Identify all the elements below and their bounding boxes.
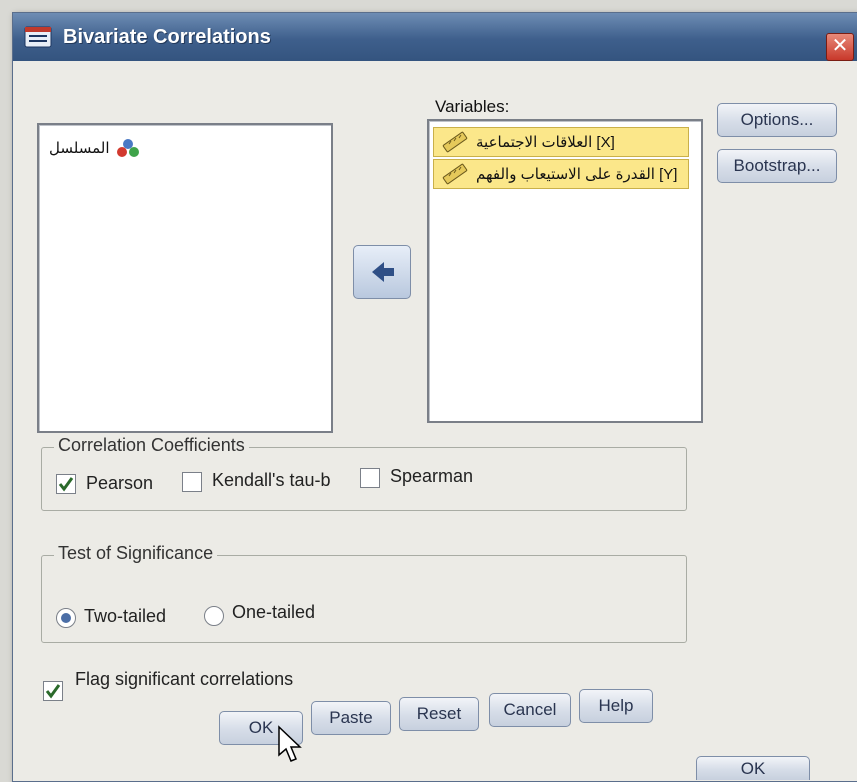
nominal-variable-icon	[116, 139, 139, 157]
title-bar[interactable]: Bivariate Correlations ✕	[13, 13, 857, 61]
bootstrap-button[interactable]: Bootstrap...	[717, 149, 837, 183]
correlation-coefficients-group: Correlation Coefficients Pearson Kendall…	[41, 435, 687, 511]
pearson-label[interactable]: Pearson	[86, 473, 153, 494]
spearman-checkbox[interactable]	[360, 468, 380, 488]
reset-button[interactable]: Reset	[399, 697, 479, 731]
correlations-app-icon	[24, 26, 52, 48]
variables-label: Variables:	[435, 97, 510, 116]
scale-variable-icon	[442, 131, 468, 153]
variable-item-label: القدرة على الاستيعاب والفهم [Y]	[476, 166, 678, 183]
help-button[interactable]: Help	[579, 689, 653, 723]
cancel-button[interactable]: Cancel	[489, 693, 571, 727]
variables-list[interactable]: العلاقات الاجتماعية [X] القدرة على الاست…	[427, 119, 703, 423]
checkmark-icon	[45, 684, 61, 699]
mouse-cursor-icon	[278, 725, 302, 762]
list-item[interactable]: القدرة على الاستيعاب والفهم [Y]	[433, 159, 689, 189]
list-item[interactable]: العلاقات الاجتماعية [X]	[433, 127, 689, 157]
source-variable-list[interactable]: المسلسل	[37, 123, 333, 433]
move-variables-button[interactable]	[353, 245, 411, 299]
paste-button[interactable]: Paste	[311, 701, 391, 735]
kendall-label[interactable]: Kendall's tau-b	[212, 470, 331, 491]
close-button[interactable]: ✕	[826, 33, 854, 61]
list-item[interactable]: المسلسل	[49, 137, 140, 159]
move-arrow-icon	[372, 262, 394, 282]
test-of-significance-title: Test of Significance	[54, 543, 218, 564]
two-tailed-radio[interactable]	[56, 608, 76, 628]
scale-variable-icon	[442, 163, 468, 185]
one-tailed-label[interactable]: One-tailed	[232, 602, 315, 623]
dialog-title: Bivariate Correlations	[63, 26, 271, 48]
test-of-significance-group: Test of Significance Two-tailed One-tail…	[41, 543, 687, 643]
kendall-checkbox[interactable]	[182, 472, 202, 492]
checkmark-icon	[58, 477, 74, 492]
pearson-checkbox[interactable]	[56, 474, 76, 494]
one-tailed-radio[interactable]	[204, 606, 224, 626]
correlation-coefficients-title: Correlation Coefficients	[54, 435, 249, 456]
bivariate-correlations-dialog: Bivariate Correlations ✕ المسلسل Variabl…	[12, 12, 857, 782]
close-icon: ✕	[831, 35, 849, 57]
options-button[interactable]: Options...	[717, 103, 837, 137]
spearman-label[interactable]: Spearman	[390, 466, 473, 487]
source-item-label: المسلسل	[49, 140, 110, 157]
two-tailed-label[interactable]: Two-tailed	[84, 606, 166, 627]
background-ok-button[interactable]: OK	[696, 756, 810, 780]
flag-significant-label[interactable]: Flag significant correlations	[75, 669, 293, 690]
variable-item-label: العلاقات الاجتماعية [X]	[476, 134, 615, 151]
flag-significant-checkbox[interactable]	[43, 681, 63, 701]
